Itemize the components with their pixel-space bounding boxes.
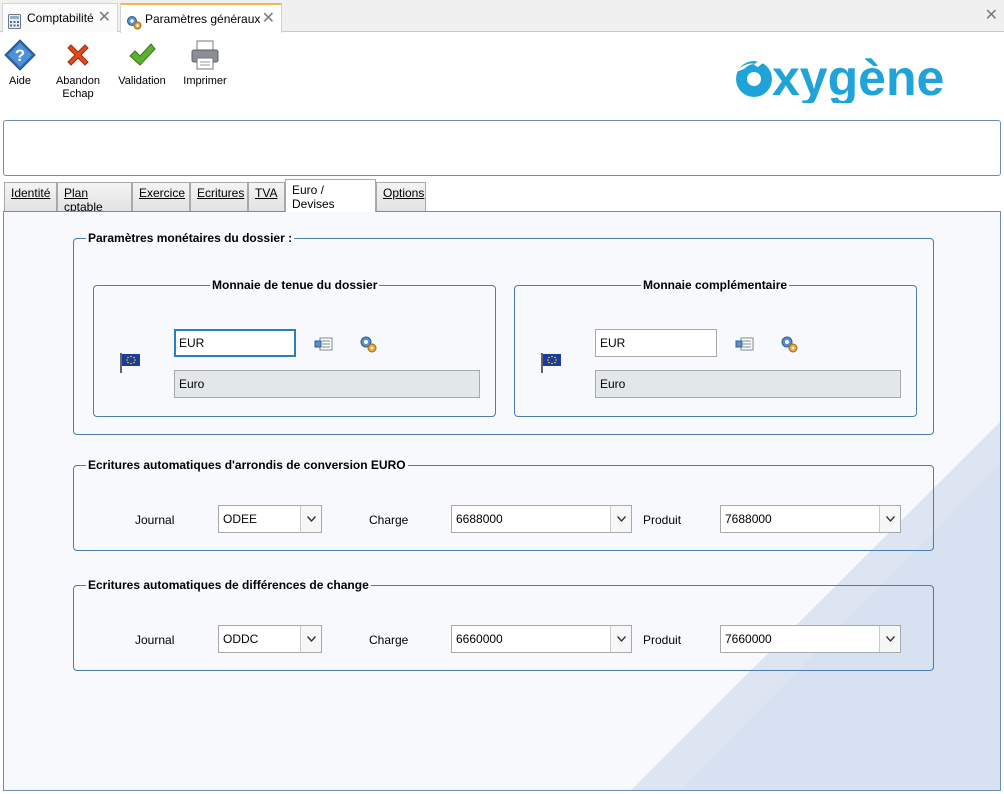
tab-identite[interactable]: Identité — [4, 182, 57, 211]
checkmark-icon — [129, 43, 156, 66]
rounding-produit-select[interactable]: 7688000 — [720, 505, 901, 533]
chevron-down-icon[interactable] — [300, 626, 321, 652]
rounding-charge-select[interactable]: 6688000 — [451, 505, 632, 533]
select-value: 6688000 — [456, 512, 503, 526]
print-label: Imprimer — [183, 75, 227, 87]
window-tab-comptabilite[interactable]: Comptabilité ✕ — [2, 3, 118, 32]
window-tab-label: Comptabilité — [27, 11, 94, 25]
tab-options[interactable]: Options — [376, 182, 426, 211]
select-value: 7688000 — [725, 512, 772, 526]
tab-label: Plan cptable — [64, 186, 103, 214]
help-label: Aide — [8, 75, 32, 87]
tab-euro-devises[interactable]: Euro / Devises — [285, 179, 376, 212]
print-button[interactable]: Imprimer — [180, 39, 230, 88]
eu-flag-icon — [119, 352, 141, 377]
toolbar: ? Aide Abandon Echap Validation Imprimer… — [0, 33, 1004, 115]
charge-label: Charge — [369, 633, 409, 647]
logo-text: xygène — [772, 50, 944, 103]
cancel-label: Abandon — [55, 75, 101, 87]
close-icon[interactable]: ✕ — [98, 4, 111, 32]
cancel-shortcut-label: Echap — [62, 88, 94, 100]
chevron-down-icon[interactable] — [300, 506, 321, 532]
group-legend: Monnaie complémentaire — [641, 278, 790, 292]
settings-gears-icon[interactable] — [359, 335, 377, 356]
svg-text:?: ? — [15, 46, 25, 65]
cancel-button[interactable]: Abandon Echap — [52, 39, 104, 101]
printer-icon — [191, 40, 219, 70]
palm-o-icon — [736, 58, 774, 97]
chevron-down-icon[interactable] — [610, 626, 631, 652]
group-legend: Ecritures automatiques d'arrondis de con… — [86, 458, 408, 472]
tab-label: TVA — [255, 186, 278, 200]
tab-label: Euro / Devises — [292, 183, 335, 211]
close-window-icon[interactable]: ✕ — [985, 5, 998, 25]
produit-label: Produit — [643, 633, 682, 647]
charge-label: Charge — [369, 513, 409, 527]
cancel-x-icon — [67, 44, 89, 66]
main-currency-code-input[interactable]: EUR — [174, 329, 296, 357]
exchange-charge-select[interactable]: 6660000 — [451, 625, 632, 653]
secondary-currency-name: Euro — [595, 370, 901, 398]
secondary-currency-group: Monnaie complémentaire EUR Euro — [514, 278, 917, 417]
oxygene-logo: xygène — [730, 39, 992, 106]
group-legend: Ecritures automatiques de différences de… — [86, 578, 371, 592]
tab-label: Options — [383, 186, 425, 200]
select-value: ODDC — [223, 632, 259, 646]
group-legend: Paramètres monétaires du dossier : — [86, 231, 295, 245]
info-panel — [3, 120, 1001, 176]
window-tab-parametres-generaux[interactable]: Paramètres généraux ✕ — [120, 3, 282, 33]
monetary-parameters-group: Paramètres monétaires du dossier : Monna… — [73, 231, 934, 435]
select-value: ODEE — [223, 512, 258, 526]
close-icon[interactable]: ✕ — [262, 5, 275, 33]
chevron-down-icon[interactable] — [879, 506, 900, 532]
list-lookup-icon[interactable] — [735, 336, 755, 355]
journal-label: Journal — [135, 633, 175, 647]
window-tab-bar: Comptabilité ✕ Paramètres généraux ✕ ✕ — [0, 0, 1004, 33]
group-legend: Monnaie de tenue du dossier — [210, 278, 380, 292]
select-value: 6660000 — [456, 632, 503, 646]
euro-devises-panel: Paramètres monétaires du dossier : Monna… — [3, 211, 1001, 791]
settings-gears-icon[interactable] — [780, 335, 798, 356]
chevron-down-icon[interactable] — [879, 626, 900, 652]
produit-label: Produit — [643, 513, 682, 527]
rounding-journal-select[interactable]: ODEE — [218, 505, 322, 533]
main-currency-name: Euro — [174, 370, 480, 398]
help-button[interactable]: ? Aide — [2, 39, 38, 88]
tab-plan-cptable[interactable]: Plan cptable — [57, 182, 132, 214]
tab-tva[interactable]: TVA — [248, 182, 285, 211]
list-lookup-icon[interactable] — [314, 336, 334, 355]
rounding-entries-group: Ecritures automatiques d'arrondis de con… — [73, 458, 934, 551]
exchange-produit-select[interactable]: 7660000 — [720, 625, 901, 653]
main-currency-group: Monnaie de tenue du dossier EUR Euro — [93, 278, 496, 417]
tab-ecritures[interactable]: Ecritures — [190, 182, 248, 211]
select-value: 7660000 — [725, 632, 772, 646]
exchange-journal-select[interactable]: ODDC — [218, 625, 322, 653]
journal-label: Journal — [135, 513, 175, 527]
validation-button[interactable]: Validation — [114, 39, 170, 88]
chevron-down-icon[interactable] — [610, 506, 631, 532]
exchange-differences-group: Ecritures automatiques de différences de… — [73, 578, 934, 671]
help-icon: ? — [4, 39, 36, 71]
tab-label: Identité — [11, 186, 51, 200]
eu-flag-icon — [540, 352, 562, 377]
window-tab-label: Paramètres généraux — [145, 12, 261, 26]
tab-label: Exercice — [139, 186, 186, 200]
tab-label: Ecritures — [197, 186, 245, 200]
secondary-currency-code-input[interactable]: EUR — [595, 329, 717, 357]
tab-exercice[interactable]: Exercice — [132, 182, 190, 211]
validation-label: Validation — [118, 75, 166, 87]
